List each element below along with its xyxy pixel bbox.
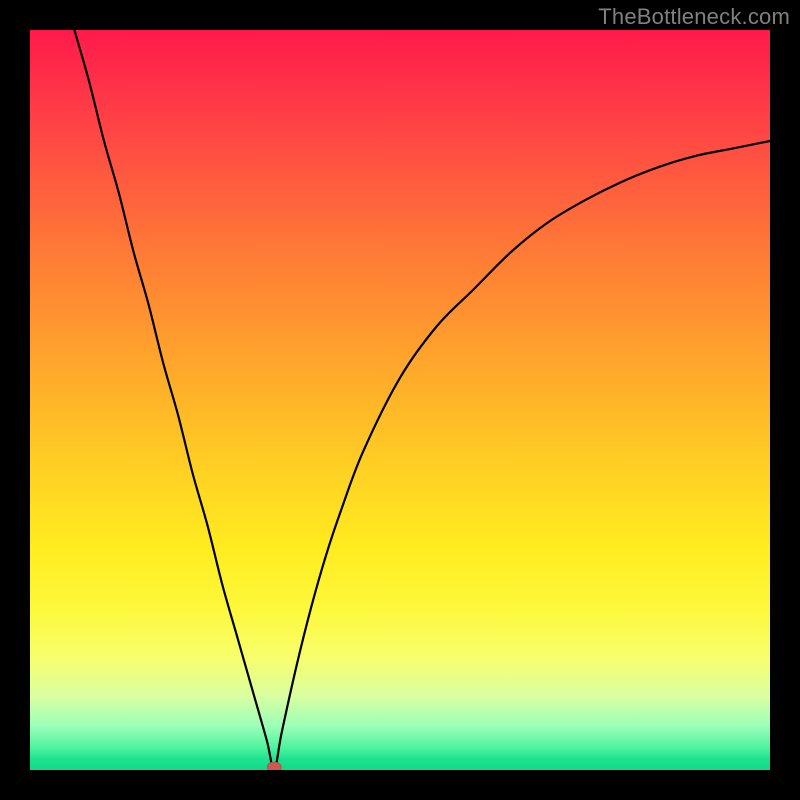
curve-svg	[30, 30, 770, 770]
bottleneck-curve	[74, 30, 770, 770]
minimum-marker-icon	[267, 762, 281, 770]
plot-area	[30, 30, 770, 770]
watermark-text: TheBottleneck.com	[598, 4, 790, 30]
chart-frame: TheBottleneck.com	[0, 0, 800, 800]
